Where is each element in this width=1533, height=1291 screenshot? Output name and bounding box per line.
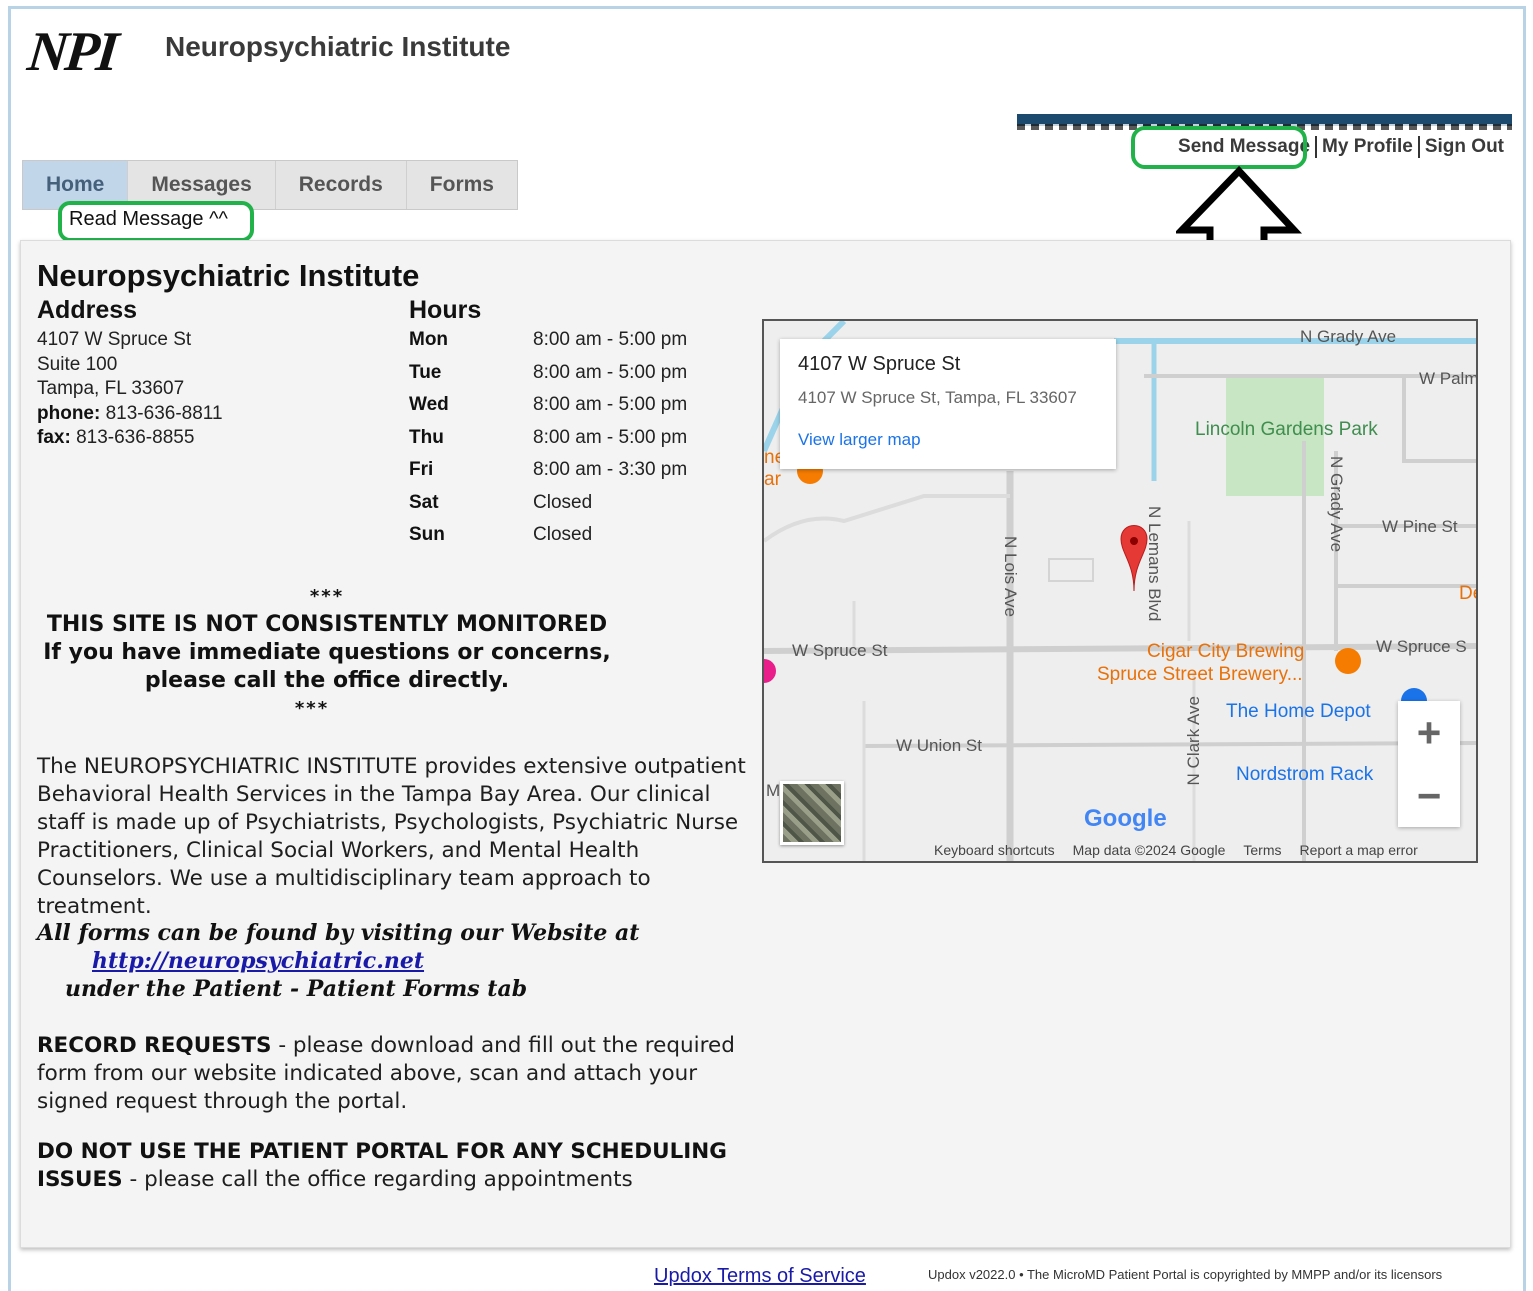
street-label: W Palm: [1419, 369, 1478, 388]
location-map[interactable]: N Grady Ave W Palm W Pine St W Spruce St…: [762, 319, 1478, 863]
zoom-out-button[interactable]: −: [1398, 764, 1460, 827]
hours-table: Mon 8:00 am - 5:00 pm Tue 8:00 am - 5:00 p…: [409, 324, 687, 552]
report-map-error-link[interactable]: Report a map error: [1300, 842, 1418, 858]
street-label: W Union St: [896, 736, 982, 755]
street-label: N Grady Ave: [1300, 327, 1397, 346]
monitoring-notice: *** THIS SITE IS NOT CONSISTENTLY MONITO…: [37, 583, 617, 723]
notice-line: THIS SITE IS NOT CONSISTENTLY MONITORED: [46, 612, 608, 637]
hours-day: Thu: [409, 426, 444, 448]
map-data-credit: Map data ©2024 Google: [1072, 842, 1226, 858]
record-requests-paragraph: RECORD REQUESTS - please download and fi…: [37, 1032, 757, 1116]
phone-line: phone: 813-636-8811: [37, 402, 223, 427]
map-card-title: 4107 W Spruce St: [798, 353, 961, 375]
hours-row: Mon 8:00 am - 5:00 pm: [409, 324, 687, 357]
street-label: De: [1459, 583, 1476, 604]
hours-day: Sat: [409, 491, 439, 513]
notice-line: please call the office directly.: [144, 668, 510, 693]
poi-label[interactable]: Nordstrom Rack: [1236, 764, 1373, 786]
phone-label: phone:: [37, 402, 101, 424]
map-card-address: 4107 W Spruce St, Tampa, FL 33607: [798, 388, 1077, 407]
address-heading: Address: [37, 296, 138, 324]
address-block: 4107 W Spruce St Suite 100 Tampa, FL 336…: [37, 328, 223, 451]
google-logo: Google: [1084, 805, 1167, 832]
address-line: Tampa, FL 33607: [37, 378, 185, 399]
copyright-text: Updox v2022.0 • The MicroMD Patient Port…: [928, 1267, 1443, 1282]
fax-line: fax: 813-636-8855: [37, 426, 223, 451]
site-title: Neuropsychiatric Institute: [165, 31, 511, 62]
street-label: W Spruce S: [1376, 637, 1467, 656]
scheduling-text: - please call the office regarding appoi…: [122, 1167, 633, 1192]
map-terms-link[interactable]: Terms: [1243, 842, 1281, 858]
phone-number: 813-636-8811: [105, 402, 223, 424]
hours-day: Tue: [409, 361, 442, 383]
hours-row: Tue 8:00 am - 5:00 pm: [409, 357, 687, 390]
poi-label[interactable]: The Home Depot: [1226, 701, 1371, 723]
npi-logo: NPI: [24, 21, 119, 83]
record-requests-label: RECORD REQUESTS: [37, 1033, 272, 1058]
street-label: N Lemans Blvd: [1145, 506, 1164, 622]
address-line: Suite 100: [37, 353, 118, 375]
hours-time: 8:00 am - 5:00 pm: [533, 329, 688, 351]
send-message-highlight: [1131, 126, 1307, 169]
street-label: N Lois Ave: [1001, 536, 1020, 617]
keyboard-shortcuts-link[interactable]: Keyboard shortcuts: [934, 842, 1055, 858]
hours-day: Wed: [409, 394, 449, 416]
notice-stars: ***: [309, 586, 345, 607]
notice-stars: ***: [294, 698, 330, 719]
forms-note-line: under the Patient - Patient Forms tab: [65, 976, 528, 1002]
fax-label: fax:: [37, 427, 71, 448]
map-zoom-controls: + −: [1398, 701, 1460, 827]
street-label: M: [766, 781, 781, 800]
street-label: W Pine St: [1382, 517, 1458, 536]
terms-of-service-link[interactable]: Updox Terms of Service: [654, 1265, 866, 1288]
sign-out-link[interactable]: Sign Out: [1420, 136, 1509, 158]
hours-time: 8:00 am - 5:00 pm: [533, 361, 688, 383]
my-profile-link[interactable]: My Profile: [1317, 136, 1418, 158]
hours-row: Thu 8:00 am - 5:00 pm: [409, 422, 687, 455]
hours-time: Closed: [533, 524, 593, 546]
hours-row: Sun Closed: [409, 519, 687, 552]
zoom-in-button[interactable]: +: [1398, 701, 1460, 764]
satellite-toggle[interactable]: [780, 781, 844, 845]
about-paragraph: The NEUROPSYCHIATRIC INSTITUTE provides …: [37, 754, 746, 919]
view-larger-map-link[interactable]: View larger map: [798, 430, 1116, 450]
hours-row: Wed 8:00 am - 5:00 pm: [409, 389, 687, 422]
forms-note-line: All forms can be found by visiting our W…: [37, 920, 640, 946]
hours-time: 8:00 am - 5:00 pm: [533, 426, 688, 448]
practice-name: Neuropsychiatric Institute: [37, 258, 420, 293]
poi-label[interactable]: Spruce Street Brewery...: [1097, 664, 1303, 686]
poi-label[interactable]: Cigar City Brewing: [1147, 641, 1304, 663]
read-message-annotation: Read Message ^^: [58, 201, 254, 242]
tab-forms[interactable]: Forms: [407, 161, 517, 209]
notice-line: If you have immediate questions or conce…: [43, 640, 611, 665]
fax-number: 813-636-8855: [76, 427, 195, 448]
hours-time: Closed: [533, 491, 593, 513]
street-label: ar: [764, 469, 781, 490]
hours-heading: Hours: [409, 296, 482, 324]
hours-day: Fri: [409, 459, 434, 481]
hours-row: Fri 8:00 am - 3:30 pm: [409, 454, 687, 487]
street-label: N Clark Ave: [1184, 696, 1203, 786]
address-line: 4107 W Spruce St: [37, 329, 192, 350]
tab-records[interactable]: Records: [276, 161, 407, 209]
scheduling-paragraph: DO NOT USE THE PATIENT PORTAL FOR ANY SC…: [37, 1138, 757, 1194]
forms-note: All forms can be found by visiting our W…: [37, 919, 639, 1003]
map-info-card: 4107 W Spruce St 4107 W Spruce St, Tampa…: [780, 339, 1116, 469]
hours-day: Sun: [409, 524, 445, 546]
hours-day: Mon: [409, 329, 449, 351]
park-label: Lincoln Gardens Park: [1195, 419, 1378, 440]
hours-row: Sat Closed: [409, 487, 687, 520]
street-label: N Grady Ave: [1327, 456, 1346, 553]
hours-time: 8:00 am - 5:00 pm: [533, 394, 688, 416]
website-link[interactable]: http://neuropsychiatric.net: [92, 948, 424, 974]
hours-time: 8:00 am - 3:30 pm: [533, 459, 688, 481]
map-footer: Keyboard shortcuts Map data ©2024 Google…: [934, 842, 1418, 858]
street-label: W Spruce St: [792, 641, 888, 660]
